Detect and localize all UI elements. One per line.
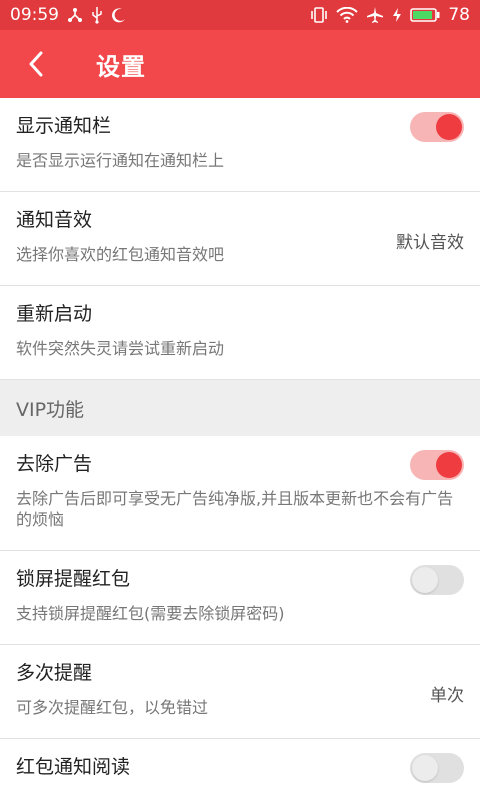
back-button[interactable]	[0, 30, 72, 98]
notify-sound-value: 默认音效	[396, 233, 464, 253]
share-nodes-icon	[67, 5, 83, 25]
setting-notify-sound[interactable]: 通知音效 选择你喜欢的红包通知音效吧 默认音效	[0, 192, 480, 286]
setting-subtitle: 可多次提醒红包，以免错过	[16, 697, 209, 717]
setting-notify-bar[interactable]: 显示通知栏 是否显示运行通知在通知栏上	[0, 98, 480, 192]
remove-ads-toggle[interactable]	[410, 450, 464, 480]
setting-subtitle: 去除广告后即可享受无广告纯净版,并且版本更新也不会有广告的烦恼	[16, 488, 454, 530]
lock-screen-toggle[interactable]	[410, 565, 464, 595]
setting-title: 多次提醒	[16, 662, 93, 684]
wifi-icon	[336, 5, 359, 25]
settings-list: 显示通知栏 是否显示运行通知在通知栏上 通知音效 选择你喜欢的红包通知音效吧 默…	[0, 98, 480, 800]
battery-icon	[410, 5, 440, 25]
notify-bar-toggle[interactable]	[410, 112, 464, 142]
setting-title: 显示通知栏	[16, 115, 112, 137]
setting-lock-screen[interactable]: 锁屏提醒红包 支持锁屏提醒红包(需要去除锁屏密码)	[0, 551, 480, 645]
toggle-knob	[412, 567, 438, 593]
setting-title: 锁屏提醒红包	[16, 568, 131, 590]
usb-icon	[91, 5, 103, 25]
setting-notify-read[interactable]: 红包通知阅读	[0, 739, 480, 800]
setting-title: 重新启动	[16, 303, 93, 325]
setting-title: 红包通知阅读	[16, 756, 131, 778]
status-time: 09:59	[10, 5, 59, 25]
multi-remind-value: 单次	[430, 686, 464, 706]
status-right: 78	[310, 5, 470, 25]
status-bar: 09:59 78	[0, 0, 480, 30]
notify-read-toggle[interactable]	[410, 753, 464, 783]
charging-icon	[392, 5, 402, 25]
toggle-knob	[436, 114, 462, 140]
setting-remove-ads[interactable]: 去除广告 去除广告后即可享受无广告纯净版,并且版本更新也不会有广告的烦恼	[0, 436, 480, 551]
app-bar: 设置	[0, 30, 480, 98]
setting-multi-remind[interactable]: 多次提醒 可多次提醒红包，以免错过 单次	[0, 645, 480, 739]
battery-level: 78	[448, 5, 470, 25]
setting-title: 去除广告	[16, 453, 93, 475]
setting-subtitle: 支持锁屏提醒红包(需要去除锁屏密码)	[16, 603, 285, 623]
page-title: 设置	[96, 52, 146, 81]
airplane-icon	[366, 5, 384, 25]
moon-icon	[111, 5, 127, 25]
toggle-knob	[412, 755, 438, 781]
status-left: 09:59	[10, 5, 127, 25]
setting-subtitle: 是否显示运行通知在通知栏上	[16, 150, 225, 170]
section-header-vip: VIP功能	[0, 380, 480, 436]
chevron-left-icon	[29, 51, 43, 77]
setting-restart[interactable]: 重新启动 软件突然失灵请尝试重新启动	[0, 286, 480, 380]
setting-subtitle: 软件突然失灵请尝试重新启动	[16, 338, 225, 358]
vibrate-icon	[310, 5, 328, 25]
toggle-knob	[436, 452, 462, 478]
